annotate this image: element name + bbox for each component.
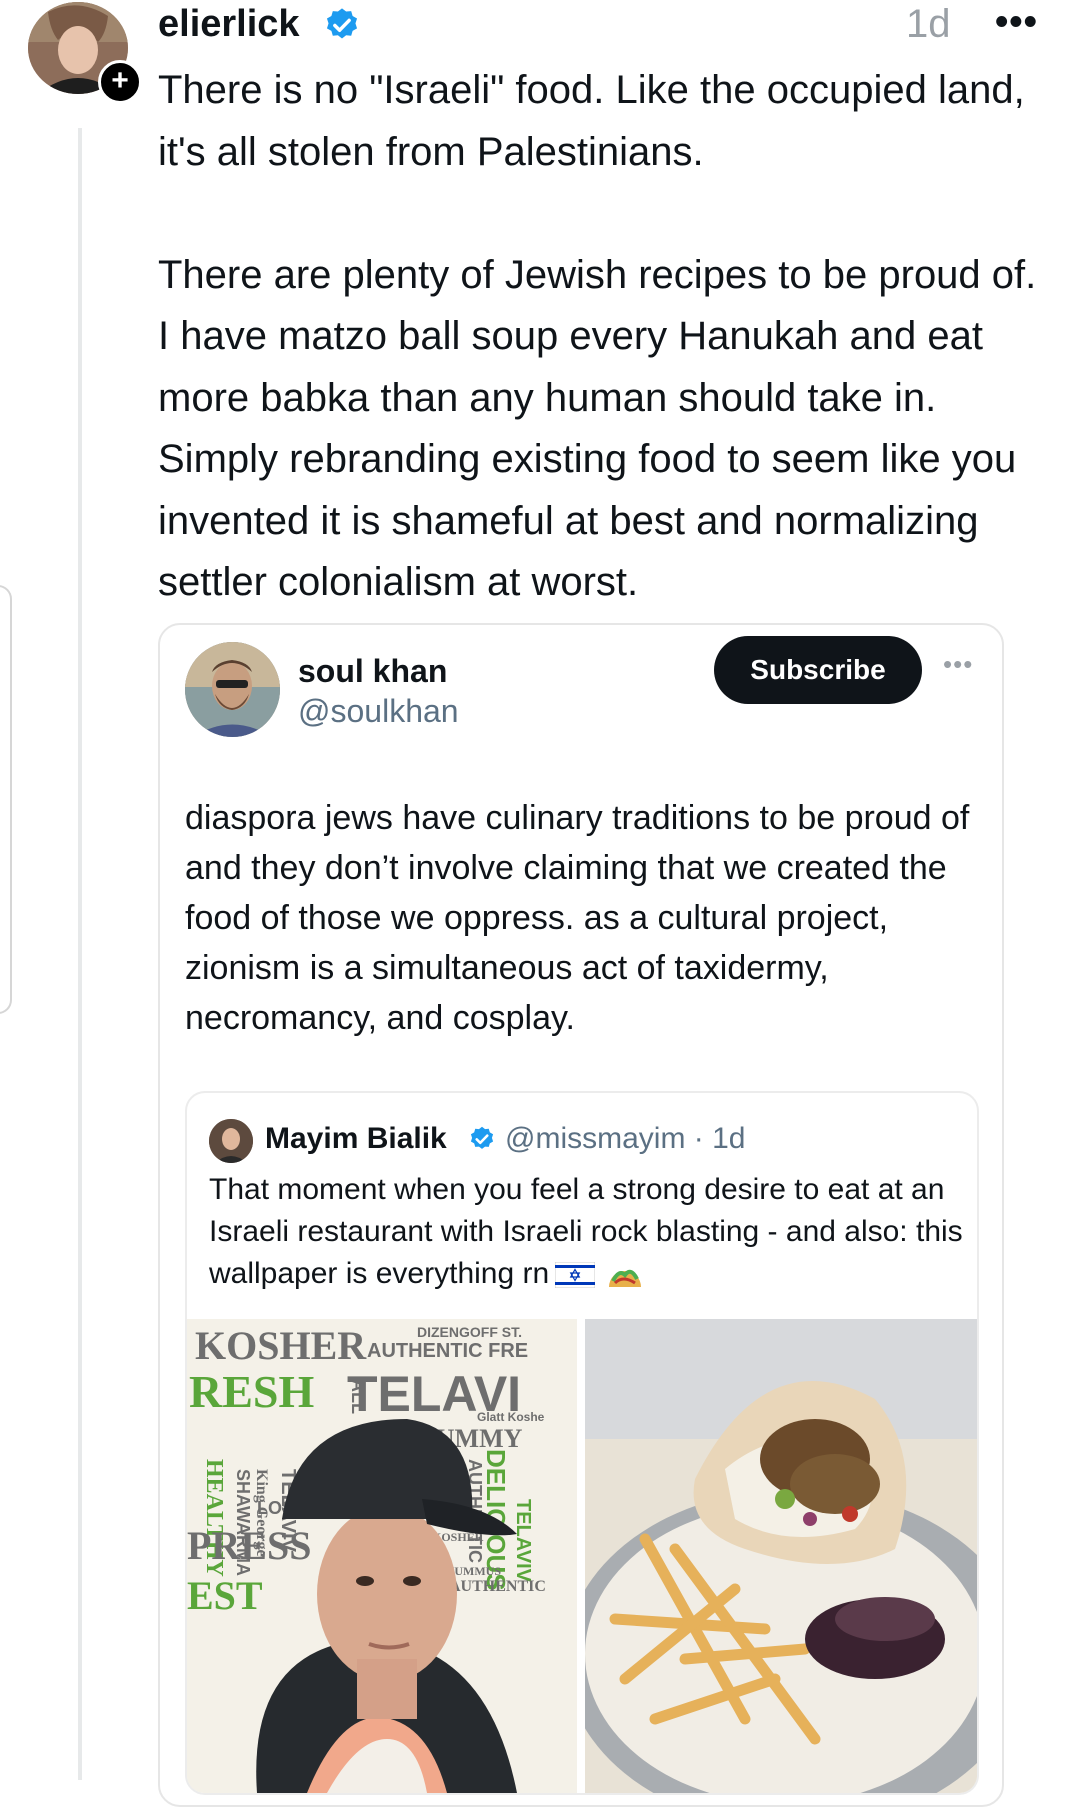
nested-avatar[interactable] (209, 1119, 253, 1163)
selfie-photo[interactable]: KOSHER AUTHENTIC FRE DIZENGOFF ST. RESH TELA… (187, 1319, 577, 1793)
wallpaper-word: RESH (189, 1366, 314, 1417)
add-icon[interactable]: + (98, 60, 142, 104)
wallpaper-word: PRESS (187, 1523, 312, 1568)
wallpaper-word: EST (187, 1573, 263, 1618)
quoted-more-icon[interactable]: ••• (943, 649, 973, 680)
username[interactable]: elierlick (158, 2, 300, 46)
side-panel-edge (0, 585, 12, 1014)
wallpaper-word: AUTHENTIC (449, 1578, 546, 1595)
nested-name[interactable]: Mayim Bialik (265, 1120, 447, 1158)
nested-handle-time[interactable]: @missmayim · 1d (505, 1120, 745, 1158)
wallpaper-word: AUTHENTIC FRE (367, 1340, 528, 1362)
post-paragraph: There are plenty of Jewish recipes to be… (158, 252, 1037, 605)
wallpaper-word: DIZENGOFF ST. (417, 1324, 522, 1340)
thread-line (78, 128, 82, 1780)
wallpaper-word: TELAVIV (512, 1499, 534, 1583)
wallpaper-word: Glatt Koshe (477, 1410, 545, 1424)
verified-badge-icon (326, 8, 358, 39)
taco-emoji (609, 1269, 642, 1288)
wallpaper-word: KOSHER (195, 1323, 367, 1368)
quoted-post-card[interactable]: soul khan @soulkhan Subscribe ••• diaspo… (158, 623, 1004, 1807)
quoted-name[interactable]: soul khan (298, 651, 447, 691)
israel-flag-emoji (555, 1262, 596, 1289)
quoted-text: diaspora jews have culinary traditions t… (185, 799, 970, 1037)
post-paragraph: There is no "Israeli" food. Like the occ… (158, 68, 1025, 174)
quoted-handle[interactable]: @soulkhan (298, 691, 459, 731)
post-body: There is no "Israeli" food. Like the occ… (158, 60, 1058, 614)
nested-quote-card[interactable]: Mayim Bialik @missmayim · 1d That moment… (185, 1091, 979, 1795)
wallpaper-word: ALL (348, 1379, 368, 1414)
post-time: 1d (906, 2, 951, 46)
quoted-avatar[interactable] (185, 642, 280, 737)
more-icon[interactable]: ••• (995, 0, 1038, 44)
nested-text: That moment when you feel a strong desir… (209, 1169, 969, 1295)
subscribe-button[interactable]: Subscribe (714, 636, 922, 704)
food-photo[interactable] (585, 1319, 977, 1793)
verified-badge-icon (470, 1126, 494, 1149)
